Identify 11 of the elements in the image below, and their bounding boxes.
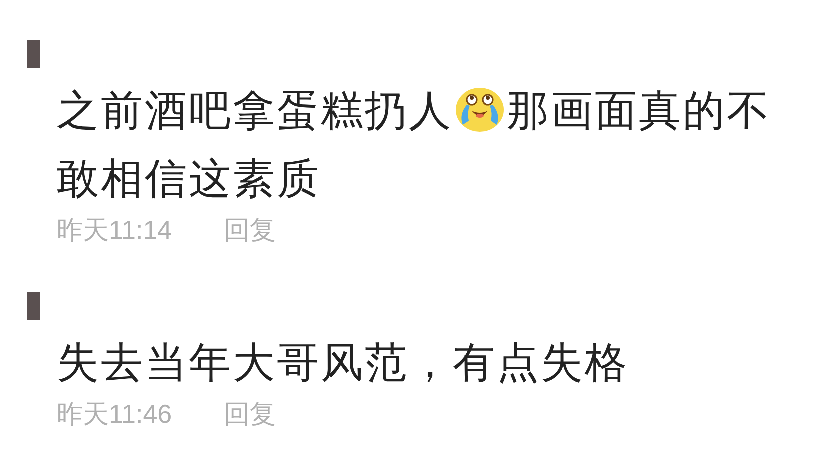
avatar[interactable]: [27, 292, 40, 320]
reply-link[interactable]: 回复: [224, 396, 276, 432]
comment-text: 那画面真的不: [507, 86, 771, 136]
reply-link[interactable]: 回复: [224, 212, 276, 248]
comment-text: 敢相信这素质: [57, 154, 321, 204]
comment-time: 昨天11:14: [57, 214, 172, 247]
comment-text: 之前酒吧拿蛋糕扔人: [57, 86, 453, 136]
crying-laughing-emoji-icon: [455, 87, 505, 133]
comment-text: 失去当年大哥风范，有点失格: [57, 338, 629, 388]
avatar[interactable]: [27, 40, 40, 68]
comment-time: 昨天11:46: [57, 398, 172, 431]
